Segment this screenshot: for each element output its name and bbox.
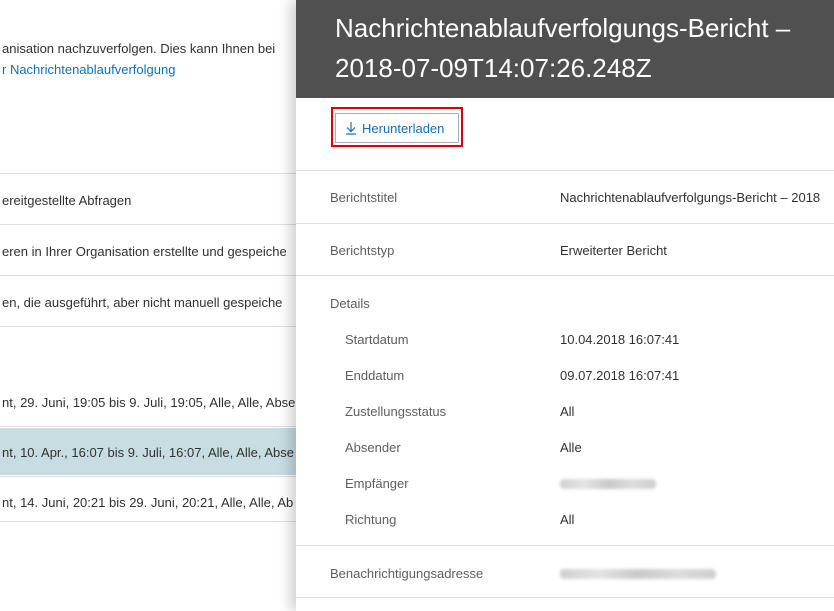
divider (0, 476, 300, 477)
sender-label: Absender (345, 440, 401, 455)
download-arrow-icon (346, 122, 356, 135)
redacted-recipient-value (560, 479, 656, 489)
divider (0, 521, 300, 522)
report-title-label: Berichtstitel (330, 190, 398, 205)
divider (296, 545, 834, 546)
panel-header: Nachrichtenablaufverfolgungs-Bericht – 2… (296, 0, 834, 98)
intro-text: anisation nachzuverfolgen. Dies kann Ihn… (2, 41, 276, 56)
direction-label: Richtung (345, 512, 397, 527)
divider (0, 326, 300, 327)
message-trace-link[interactable]: r Nachrichtenablaufverfolgung (2, 62, 175, 77)
start-date-value: 10.04.2018 16:07:41 (560, 332, 680, 347)
report-type-label: Berichtstyp (330, 243, 395, 258)
end-date-label: Enddatum (345, 368, 405, 383)
download-button-label: Herunterladen (362, 120, 445, 136)
delivery-status-label: Zustellungsstatus (345, 404, 447, 419)
divider (0, 224, 300, 225)
divider (296, 223, 834, 224)
report-list-item-label: nt, 14. Juni, 20:21 bis 29. Juni, 20:21,… (2, 495, 294, 510)
report-detail-panel: Nachrichtenablaufverfolgungs-Bericht – 2… (296, 0, 834, 611)
report-list-item[interactable]: nt, 29. Juni, 19:05 bis 9. Juli, 19:05, … (0, 385, 300, 421)
report-list-item-label: nt, 10. Apr., 16:07 bis 9. Juli, 16:07, … (2, 445, 294, 460)
divider (0, 426, 300, 427)
saved-queries-row[interactable]: eren in Ihrer Organisation erstellte und… (2, 244, 287, 259)
download-button[interactable]: Herunterladen (335, 113, 459, 143)
provided-queries-row[interactable]: ereitgestellte Abfragen (2, 193, 131, 208)
notification-address-label: Benachrichtigungsadresse (330, 566, 484, 581)
start-date-label: Startdatum (345, 332, 409, 347)
report-title-value: Nachrichtenablaufverfolgungs-Bericht – 2… (560, 190, 821, 205)
background-page: anisation nachzuverfolgen. Dies kann Ihn… (0, 0, 300, 611)
divider (0, 173, 300, 174)
report-list-item-label: nt, 29. Juni, 19:05 bis 9. Juli, 19:05, … (2, 395, 296, 410)
end-date-value: 09.07.2018 16:07:41 (560, 368, 680, 383)
divider (0, 275, 300, 276)
recipient-label: Empfänger (345, 476, 409, 491)
autosaved-queries-row[interactable]: en, die ausgeführt, aber nicht manuell g… (2, 295, 282, 310)
report-list-item[interactable]: nt, 14. Juni, 20:21 bis 29. Juni, 20:21,… (0, 485, 300, 521)
report-list-item-selected[interactable]: nt, 10. Apr., 16:07 bis 9. Juli, 16:07, … (0, 428, 300, 475)
report-type-value: Erweiterter Bericht (560, 243, 667, 258)
direction-value: All (560, 512, 575, 527)
panel-title: Nachrichtenablaufverfolgungs-Bericht – 2… (335, 13, 791, 83)
divider (296, 275, 834, 276)
divider (296, 170, 834, 171)
redacted-notification-address-value (560, 569, 716, 579)
delivery-status-value: All (560, 404, 575, 419)
details-heading: Details (330, 296, 370, 311)
sender-value: Alle (560, 440, 582, 455)
divider (296, 597, 834, 598)
